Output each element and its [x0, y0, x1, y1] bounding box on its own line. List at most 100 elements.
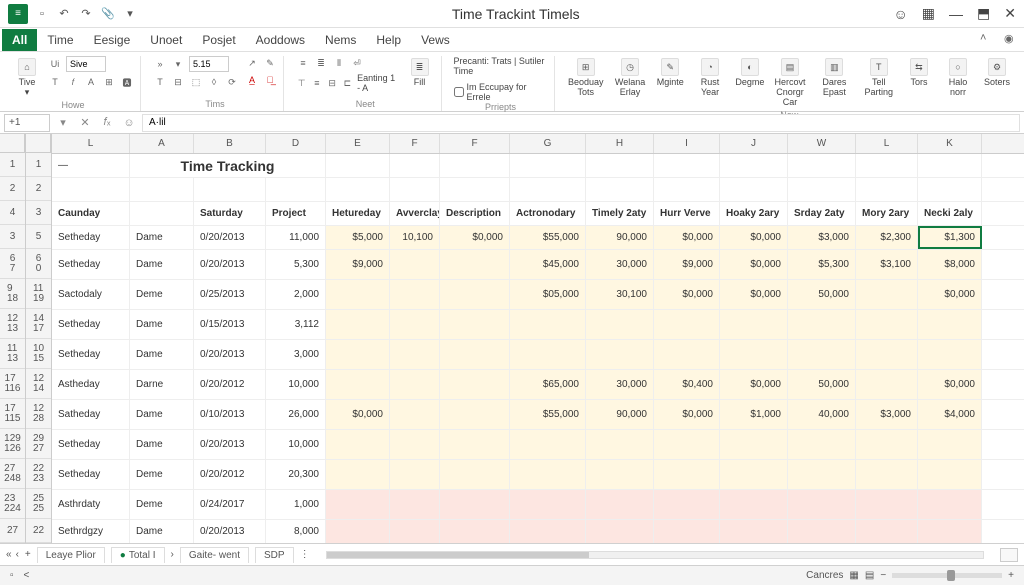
- data-cell[interactable]: 0/10/2013: [194, 400, 266, 429]
- menu-tab-time[interactable]: Time: [37, 29, 83, 51]
- data-cell[interactable]: Deme: [130, 490, 194, 519]
- data-cell[interactable]: 26,000: [266, 400, 326, 429]
- row-header[interactable]: 1213: [0, 309, 25, 339]
- data-cell[interactable]: 10,100: [390, 226, 440, 249]
- row-header[interactable]: 1417: [26, 309, 51, 339]
- row-header[interactable]: 5: [26, 225, 51, 249]
- align-left-icon[interactable]: ≡: [296, 56, 310, 70]
- data-cell[interactable]: $1,300: [918, 226, 982, 249]
- table-header[interactable]: Project: [266, 202, 326, 225]
- data-cell[interactable]: [586, 520, 654, 543]
- data-cell[interactable]: [788, 490, 856, 519]
- data-cell[interactable]: Dame: [130, 250, 194, 279]
- sub-icon[interactable]: ⊟: [171, 75, 185, 89]
- close-icon[interactable]: ✕: [1004, 5, 1016, 22]
- data-cell[interactable]: [720, 490, 788, 519]
- cell[interactable]: [510, 154, 586, 177]
- status-share-icon[interactable]: <: [24, 570, 30, 581]
- data-cell[interactable]: 20,300: [266, 460, 326, 489]
- table-header[interactable]: Hetureday: [326, 202, 390, 225]
- data-cell[interactable]: 0/20/2013: [194, 340, 266, 369]
- select-all-corner[interactable]: [0, 134, 25, 153]
- row-header[interactable]: 1: [0, 153, 25, 177]
- underline-icon[interactable]: A: [84, 75, 98, 89]
- data-cell[interactable]: Satheday: [52, 400, 130, 429]
- data-cell[interactable]: Dame: [130, 400, 194, 429]
- column-header[interactable]: E: [326, 134, 390, 153]
- ribbon-mode-icon[interactable]: ▦: [922, 5, 935, 22]
- cell[interactable]: [918, 178, 982, 201]
- qat-dropdown-icon[interactable]: ▾: [122, 6, 138, 22]
- bold-icon[interactable]: T: [48, 75, 62, 89]
- row-header[interactable]: 2223: [26, 459, 51, 489]
- data-cell[interactable]: 0/20/2013: [194, 520, 266, 543]
- clear-icon[interactable]: ⟳: [225, 75, 239, 89]
- data-cell[interactable]: [440, 460, 510, 489]
- strike-icon[interactable]: T: [153, 75, 167, 89]
- data-cell[interactable]: [654, 340, 720, 369]
- data-cell[interactable]: [918, 520, 982, 543]
- cell[interactable]: [654, 178, 720, 201]
- data-cell[interactable]: $0,000: [918, 370, 982, 399]
- data-cell[interactable]: 0/20/2013: [194, 430, 266, 459]
- data-cell[interactable]: 0/24/2017: [194, 490, 266, 519]
- menu-tab-posjet[interactable]: Posjet: [192, 29, 245, 51]
- data-cell[interactable]: Dame: [130, 226, 194, 249]
- inc-size-icon[interactable]: ↗: [245, 56, 259, 70]
- name-box[interactable]: +1: [4, 114, 50, 132]
- fill-color-icon[interactable]: 🅰: [120, 75, 134, 89]
- column-header[interactable]: B: [194, 134, 266, 153]
- valign-top-icon[interactable]: ⊤: [296, 76, 307, 90]
- column-header[interactable]: I: [654, 134, 720, 153]
- sheet-tab[interactable]: Gaite- went: [180, 547, 249, 563]
- data-cell[interactable]: 0/20/2012: [194, 370, 266, 399]
- table-header[interactable]: [130, 202, 194, 225]
- data-cell[interactable]: [510, 340, 586, 369]
- cell[interactable]: [654, 154, 720, 177]
- data-cell[interactable]: [510, 490, 586, 519]
- column-header[interactable]: F: [440, 134, 510, 153]
- data-cell[interactable]: [390, 340, 440, 369]
- data-cell[interactable]: [586, 340, 654, 369]
- column-header[interactable]: L: [856, 134, 918, 153]
- data-cell[interactable]: 5,300: [266, 250, 326, 279]
- row-header[interactable]: 129126: [0, 429, 25, 459]
- align-center-icon[interactable]: ≣: [314, 56, 328, 70]
- data-cell[interactable]: Setheday: [52, 460, 130, 489]
- sheet-tab[interactable]: SDP: [255, 547, 294, 563]
- menu-tab-vews[interactable]: Vews: [411, 29, 460, 51]
- data-cell[interactable]: [510, 520, 586, 543]
- sup-icon[interactable]: ⬚: [189, 75, 203, 89]
- page-view-icon[interactable]: ▤: [865, 570, 874, 581]
- italic-icon[interactable]: 𝑓: [66, 75, 80, 89]
- row-header[interactable]: 2525: [26, 489, 51, 519]
- data-cell[interactable]: [440, 520, 510, 543]
- data-cell[interactable]: [510, 310, 586, 339]
- app-icon[interactable]: ≡: [8, 4, 28, 24]
- table-header[interactable]: Hurr Verve: [654, 202, 720, 225]
- data-cell[interactable]: $0,000: [720, 226, 788, 249]
- row-header[interactable]: 60: [26, 249, 51, 279]
- data-cell[interactable]: 90,000: [586, 226, 654, 249]
- font-size-input[interactable]: [189, 56, 229, 72]
- next-tab-icon[interactable]: ›: [171, 549, 174, 560]
- ribbon-button[interactable]: ◐Degme: [735, 56, 765, 90]
- data-cell[interactable]: [326, 310, 390, 339]
- font-name-input[interactable]: [66, 56, 106, 72]
- data-cell[interactable]: Setheday: [52, 310, 130, 339]
- align-right-icon[interactable]: ⫴: [332, 56, 346, 70]
- qat-save-icon[interactable]: ▫: [34, 6, 50, 22]
- data-cell[interactable]: [440, 250, 510, 279]
- row-header[interactable]: 3: [0, 225, 25, 249]
- sheet-tab[interactable]: Total I: [111, 547, 165, 563]
- zoom-in-icon[interactable]: +: [1008, 570, 1014, 581]
- data-cell[interactable]: [788, 310, 856, 339]
- data-cell[interactable]: $45,000: [510, 250, 586, 279]
- valign-mid-icon[interactable]: ≡: [311, 76, 322, 90]
- tabs-overflow-icon[interactable]: ⋮: [300, 549, 310, 560]
- data-cell[interactable]: [654, 310, 720, 339]
- data-cell[interactable]: Deme: [130, 280, 194, 309]
- data-cell[interactable]: 30,000: [586, 370, 654, 399]
- data-cell[interactable]: [856, 460, 918, 489]
- prev-sheet-icon[interactable]: ‹: [16, 549, 19, 560]
